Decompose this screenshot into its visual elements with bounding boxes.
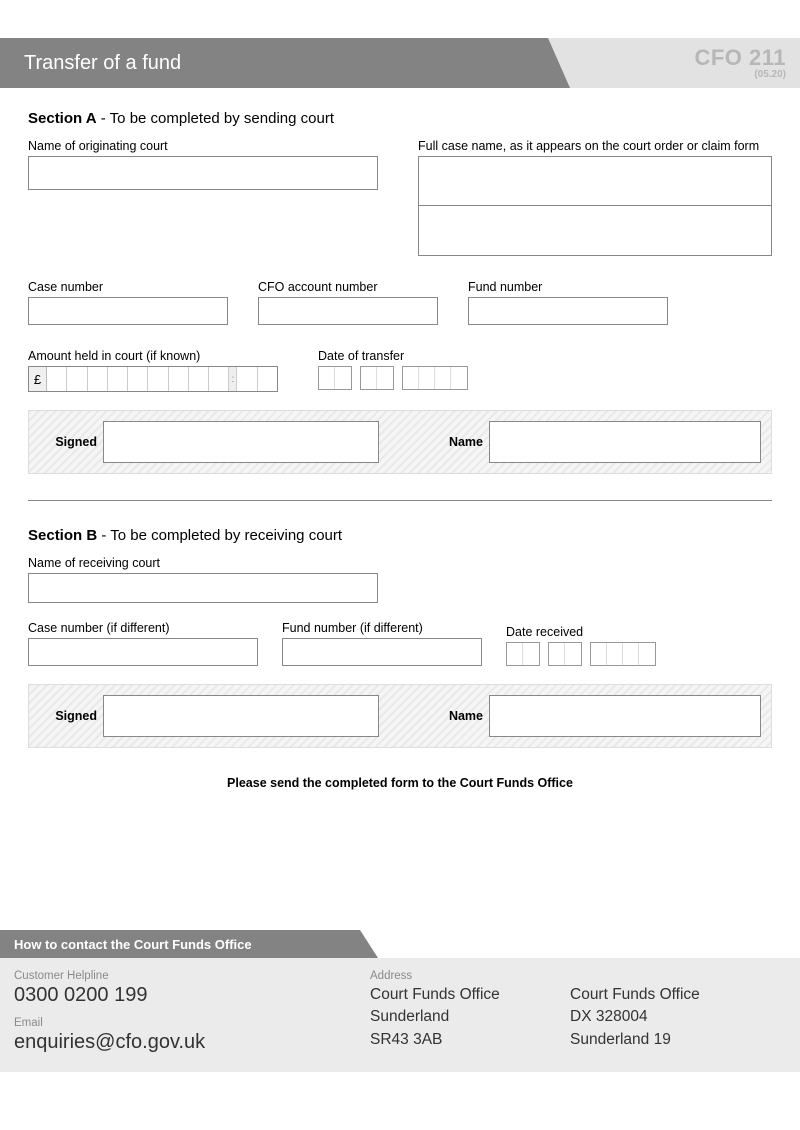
- label-signed-b: Signed: [29, 709, 103, 723]
- addr1-line3: SR43 3AB: [370, 1029, 570, 1051]
- input-fund-number-b[interactable]: [282, 638, 482, 666]
- form-version: (05.20): [754, 69, 786, 80]
- header-meta: CFO 211 (05.20): [570, 38, 800, 88]
- addr2-line1: Court Funds Office: [570, 984, 700, 1006]
- footer-heading: How to contact the Court Funds Office: [0, 930, 360, 958]
- label-date-transfer: Date of transfer: [318, 349, 468, 363]
- helpline-value: 0300 0200 199: [14, 984, 370, 1007]
- label-amount-held: Amount held in court (if known): [28, 349, 278, 363]
- input-name-a[interactable]: [489, 421, 761, 463]
- label-cfo-account: CFO account number: [258, 280, 438, 294]
- label-address: Address: [370, 970, 570, 982]
- label-originating-court: Name of originating court: [28, 139, 378, 153]
- input-case-number-b[interactable]: [28, 638, 258, 666]
- section-a-title: Section A - To be completed by sending c…: [28, 110, 772, 127]
- input-amount-held[interactable]: £ :: [28, 366, 278, 392]
- input-name-b[interactable]: [489, 695, 761, 737]
- label-fund-number-b: Fund number (if different): [282, 621, 482, 635]
- addr1-line1: Court Funds Office: [370, 984, 570, 1006]
- label-full-case-name: Full case name, as it appears on the cou…: [418, 139, 772, 153]
- label-helpline: Customer Helpline: [14, 970, 370, 982]
- input-cfo-account[interactable]: [258, 297, 438, 325]
- input-signed-a[interactable]: [103, 421, 379, 463]
- footer: How to contact the Court Funds Office Cu…: [0, 930, 800, 1072]
- input-signed-b[interactable]: [103, 695, 379, 737]
- input-case-number-a[interactable]: [28, 297, 228, 325]
- label-email: Email: [14, 1017, 370, 1029]
- label-signed-a: Signed: [29, 435, 103, 449]
- signature-block-a: Signed Name: [28, 410, 772, 474]
- label-fund-number-a: Fund number: [468, 280, 668, 294]
- input-full-case-name[interactable]: [418, 156, 772, 256]
- input-date-received[interactable]: [506, 642, 656, 666]
- input-receiving-court[interactable]: [28, 573, 378, 603]
- input-date-transfer[interactable]: [318, 366, 468, 390]
- instruction-text: Please send the completed form to the Co…: [28, 776, 772, 790]
- addr2-line3: Sunderland 19: [570, 1029, 700, 1051]
- addr1-line2: Sunderland: [370, 1006, 570, 1028]
- input-originating-court[interactable]: [28, 156, 378, 190]
- form-code: CFO 211: [694, 47, 786, 69]
- label-case-number-b: Case number (if different): [28, 621, 258, 635]
- label-case-number-a: Case number: [28, 280, 228, 294]
- label-name-b: Name: [379, 709, 489, 723]
- addr2-line2: DX 328004: [570, 1006, 700, 1028]
- page-header: Transfer of a fund CFO 211 (05.20): [0, 38, 800, 88]
- signature-block-b: Signed Name: [28, 684, 772, 748]
- section-divider: [28, 500, 772, 501]
- section-b-title: Section B - To be completed by receiving…: [28, 527, 772, 544]
- label-date-received: Date received: [506, 625, 656, 639]
- label-receiving-court: Name of receiving court: [28, 556, 772, 570]
- header-title: Transfer of a fund: [0, 38, 570, 88]
- email-value: enquiries@cfo.gov.uk: [14, 1031, 370, 1054]
- currency-symbol: £: [29, 367, 47, 391]
- label-name-a: Name: [379, 435, 489, 449]
- input-fund-number-a[interactable]: [468, 297, 668, 325]
